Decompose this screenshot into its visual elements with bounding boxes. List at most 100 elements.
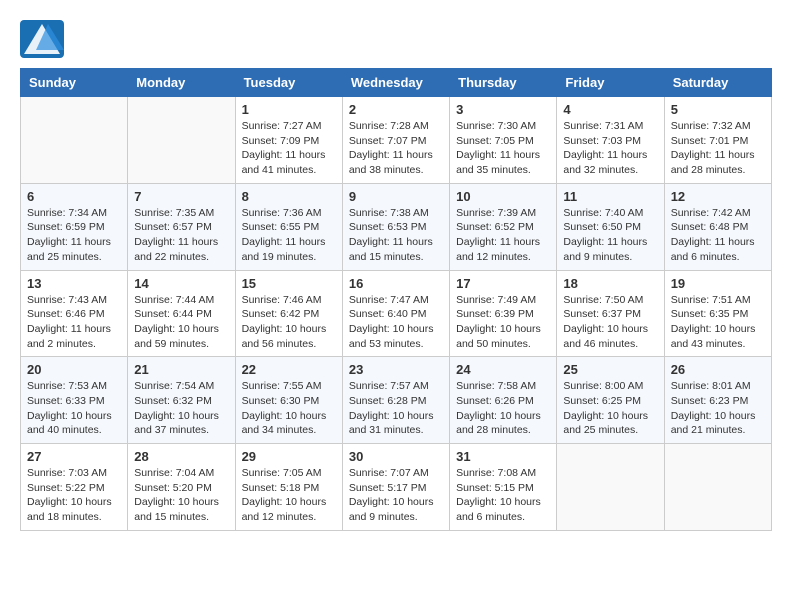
day-number: 11 <box>563 189 657 204</box>
calendar-cell: 11 Sunrise: 7:40 AM Sunset: 6:50 PM Dayli… <box>557 183 664 270</box>
col-header-sunday: Sunday <box>21 69 128 97</box>
day-number: 28 <box>134 449 228 464</box>
calendar-cell: 28 Sunrise: 7:04 AM Sunset: 5:20 PM Dayli… <box>128 444 235 531</box>
day-number: 3 <box>456 102 550 117</box>
day-number: 20 <box>27 362 121 377</box>
calendar-cell: 17 Sunrise: 7:49 AM Sunset: 6:39 PM Dayli… <box>450 270 557 357</box>
calendar-cell: 22Sunrise: 7:55 AM Sunset: 6:30 PM Dayli… <box>235 357 342 444</box>
col-header-wednesday: Wednesday <box>342 69 449 97</box>
day-number: 29 <box>242 449 336 464</box>
day-details: Sunrise: 7:32 AM Sunset: 7:01 PM Dayligh… <box>671 119 765 178</box>
day-number: 22 <box>242 362 336 377</box>
day-number: 2 <box>349 102 443 117</box>
day-details: Sunrise: 7:08 AM Sunset: 5:15 PM Dayligh… <box>456 466 550 525</box>
calendar-cell: 12Sunrise: 7:42 AM Sunset: 6:48 PM Dayli… <box>664 183 771 270</box>
day-number: 16 <box>349 276 443 291</box>
calendar-cell: 21Sunrise: 7:54 AM Sunset: 6:32 PM Dayli… <box>128 357 235 444</box>
day-number: 4 <box>563 102 657 117</box>
day-details: Sunrise: 7:31 AM Sunset: 7:03 PM Dayligh… <box>563 119 657 178</box>
day-number: 18 <box>563 276 657 291</box>
day-details: Sunrise: 7:39 AM Sunset: 6:52 PM Dayligh… <box>456 206 550 265</box>
day-number: 14 <box>134 276 228 291</box>
day-number: 31 <box>456 449 550 464</box>
calendar-week-row: 1 Sunrise: 7:27 AM Sunset: 7:09 PM Daylig… <box>21 97 772 184</box>
day-number: 30 <box>349 449 443 464</box>
day-details: Sunrise: 7:47 AM Sunset: 6:40 PM Dayligh… <box>349 293 443 352</box>
calendar-cell: 15 Sunrise: 7:46 AM Sunset: 6:42 PM Dayli… <box>235 270 342 357</box>
day-details: Sunrise: 7:36 AM Sunset: 6:55 PM Dayligh… <box>242 206 336 265</box>
calendar-cell: 4 Sunrise: 7:31 AM Sunset: 7:03 PM Daylig… <box>557 97 664 184</box>
day-number: 9 <box>349 189 443 204</box>
day-number: 21 <box>134 362 228 377</box>
calendar-cell: 1 Sunrise: 7:27 AM Sunset: 7:09 PM Daylig… <box>235 97 342 184</box>
day-details: Sunrise: 7:30 AM Sunset: 7:05 PM Dayligh… <box>456 119 550 178</box>
calendar-cell: 30 Sunrise: 7:07 AM Sunset: 5:17 PM Dayli… <box>342 444 449 531</box>
calendar-cell: 27Sunrise: 7:03 AM Sunset: 5:22 PM Dayli… <box>21 444 128 531</box>
calendar-cell: 13 Sunrise: 7:43 AM Sunset: 6:46 PM Dayli… <box>21 270 128 357</box>
col-header-monday: Monday <box>128 69 235 97</box>
day-details: Sunrise: 7:57 AM Sunset: 6:28 PM Dayligh… <box>349 379 443 438</box>
calendar-cell: 26Sunrise: 8:01 AM Sunset: 6:23 PM Dayli… <box>664 357 771 444</box>
logo <box>20 20 68 58</box>
page-header <box>20 20 772 58</box>
calendar-cell: 16 Sunrise: 7:47 AM Sunset: 6:40 PM Dayli… <box>342 270 449 357</box>
day-details: Sunrise: 7:49 AM Sunset: 6:39 PM Dayligh… <box>456 293 550 352</box>
day-details: Sunrise: 7:38 AM Sunset: 6:53 PM Dayligh… <box>349 206 443 265</box>
calendar-cell: 7Sunrise: 7:35 AM Sunset: 6:57 PM Daylig… <box>128 183 235 270</box>
calendar-cell: 8 Sunrise: 7:36 AM Sunset: 6:55 PM Daylig… <box>235 183 342 270</box>
calendar-cell: 29Sunrise: 7:05 AM Sunset: 5:18 PM Dayli… <box>235 444 342 531</box>
day-details: Sunrise: 7:42 AM Sunset: 6:48 PM Dayligh… <box>671 206 765 265</box>
day-details: Sunrise: 7:04 AM Sunset: 5:20 PM Dayligh… <box>134 466 228 525</box>
day-number: 1 <box>242 102 336 117</box>
calendar-cell: 25Sunrise: 8:00 AM Sunset: 6:25 PM Dayli… <box>557 357 664 444</box>
day-details: Sunrise: 8:01 AM Sunset: 6:23 PM Dayligh… <box>671 379 765 438</box>
day-details: Sunrise: 7:50 AM Sunset: 6:37 PM Dayligh… <box>563 293 657 352</box>
day-details: Sunrise: 7:58 AM Sunset: 6:26 PM Dayligh… <box>456 379 550 438</box>
calendar-cell: 24 Sunrise: 7:58 AM Sunset: 6:26 PM Dayli… <box>450 357 557 444</box>
calendar-header-row: SundayMondayTuesdayWednesdayThursdayFrid… <box>21 69 772 97</box>
day-details: Sunrise: 7:53 AM Sunset: 6:33 PM Dayligh… <box>27 379 121 438</box>
day-details: Sunrise: 7:07 AM Sunset: 5:17 PM Dayligh… <box>349 466 443 525</box>
day-number: 5 <box>671 102 765 117</box>
day-number: 8 <box>242 189 336 204</box>
col-header-saturday: Saturday <box>664 69 771 97</box>
calendar-cell: 18 Sunrise: 7:50 AM Sunset: 6:37 PM Dayli… <box>557 270 664 357</box>
day-details: Sunrise: 7:44 AM Sunset: 6:44 PM Dayligh… <box>134 293 228 352</box>
day-details: Sunrise: 7:43 AM Sunset: 6:46 PM Dayligh… <box>27 293 121 352</box>
calendar-cell <box>128 97 235 184</box>
calendar-table: SundayMondayTuesdayWednesdayThursdayFrid… <box>20 68 772 531</box>
calendar-cell: 19 Sunrise: 7:51 AM Sunset: 6:35 PM Dayli… <box>664 270 771 357</box>
calendar-cell: 2Sunrise: 7:28 AM Sunset: 7:07 PM Daylig… <box>342 97 449 184</box>
col-header-thursday: Thursday <box>450 69 557 97</box>
calendar-cell: 14 Sunrise: 7:44 AM Sunset: 6:44 PM Dayli… <box>128 270 235 357</box>
calendar-cell: 5 Sunrise: 7:32 AM Sunset: 7:01 PM Daylig… <box>664 97 771 184</box>
day-number: 24 <box>456 362 550 377</box>
calendar-cell <box>664 444 771 531</box>
col-header-tuesday: Tuesday <box>235 69 342 97</box>
day-details: Sunrise: 7:46 AM Sunset: 6:42 PM Dayligh… <box>242 293 336 352</box>
calendar-week-row: 6Sunrise: 7:34 AM Sunset: 6:59 PM Daylig… <box>21 183 772 270</box>
calendar-cell: 10 Sunrise: 7:39 AM Sunset: 6:52 PM Dayli… <box>450 183 557 270</box>
day-number: 15 <box>242 276 336 291</box>
calendar-cell <box>557 444 664 531</box>
day-number: 27 <box>27 449 121 464</box>
day-number: 13 <box>27 276 121 291</box>
logo-icon <box>20 20 64 58</box>
day-number: 19 <box>671 276 765 291</box>
calendar-week-row: 13 Sunrise: 7:43 AM Sunset: 6:46 PM Dayli… <box>21 270 772 357</box>
day-number: 6 <box>27 189 121 204</box>
day-details: Sunrise: 7:51 AM Sunset: 6:35 PM Dayligh… <box>671 293 765 352</box>
day-number: 17 <box>456 276 550 291</box>
calendar-cell: 20 Sunrise: 7:53 AM Sunset: 6:33 PM Dayli… <box>21 357 128 444</box>
calendar-cell: 6Sunrise: 7:34 AM Sunset: 6:59 PM Daylig… <box>21 183 128 270</box>
day-details: Sunrise: 7:40 AM Sunset: 6:50 PM Dayligh… <box>563 206 657 265</box>
day-details: Sunrise: 7:27 AM Sunset: 7:09 PM Dayligh… <box>242 119 336 178</box>
calendar-cell: 23 Sunrise: 7:57 AM Sunset: 6:28 PM Dayli… <box>342 357 449 444</box>
calendar-cell <box>21 97 128 184</box>
day-number: 10 <box>456 189 550 204</box>
col-header-friday: Friday <box>557 69 664 97</box>
day-number: 25 <box>563 362 657 377</box>
day-number: 7 <box>134 189 228 204</box>
day-number: 23 <box>349 362 443 377</box>
calendar-week-row: 20 Sunrise: 7:53 AM Sunset: 6:33 PM Dayli… <box>21 357 772 444</box>
